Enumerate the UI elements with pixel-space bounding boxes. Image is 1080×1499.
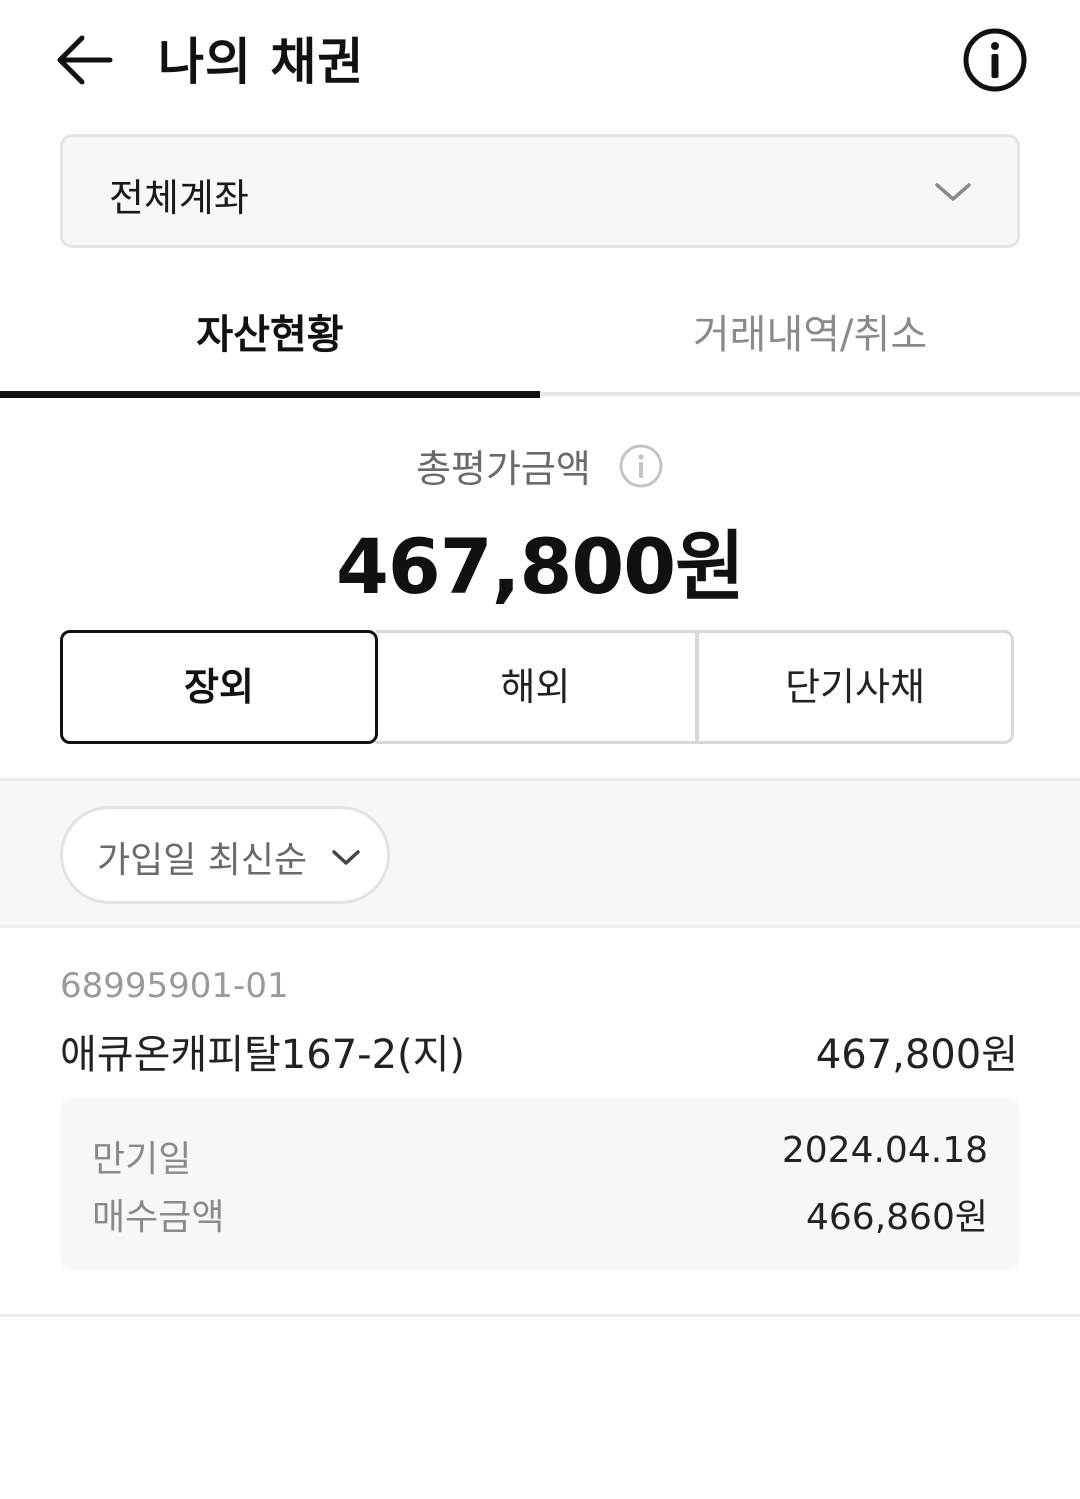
segment-short-term-bonds[interactable]: 단기사채 (696, 630, 1014, 744)
sort-label: 가입일 최신순 (97, 840, 308, 881)
purchase-amount-label: 매수금액 (92, 1197, 225, 1238)
maturity-value: 2024.04.18 (781, 1130, 988, 1171)
chevron-down-icon (935, 183, 971, 201)
list-item[interactable]: 68995901-01 애큐온캐피탈167-2(지) 467,800원 만기일 … (0, 928, 1080, 1318)
total-label-row: 총평가금액 (0, 438, 1080, 493)
chevron-down-icon (332, 850, 360, 865)
bond-name: 애큐온캐피탈167-2(지) (60, 1032, 466, 1078)
bond-detail-panel: 만기일 2024.04.18 매수금액 466,860원 (60, 1098, 1020, 1270)
bond-valuation: 467,800원 (815, 1032, 1018, 1078)
bond-account-code: 68995901-01 (60, 966, 289, 1006)
total-label: 총평가금액 (416, 447, 591, 491)
app-header: 나의 채권 (0, 0, 1080, 120)
detail-row-maturity: 만기일 2024.04.18 (92, 1130, 988, 1180)
account-select-value: 전체계좌 (109, 176, 249, 220)
bond-holdings-screen: 나의 채권 전체계좌 자산현황 거래내역/취소 총평가금액 467,800원 장… (0, 0, 1080, 1499)
tab-bar: 자산현황 거래내역/취소 (0, 290, 1080, 400)
tab-transactions[interactable]: 거래내역/취소 (540, 290, 1080, 396)
info-button[interactable] (962, 27, 1028, 93)
info-circle-icon[interactable] (618, 443, 664, 489)
purchase-amount-value: 466,860원 (806, 1197, 988, 1238)
total-amount: 467,800원 (335, 522, 745, 611)
tab-active-indicator (0, 391, 540, 398)
back-button[interactable] (50, 28, 120, 92)
info-circle-icon (963, 28, 1027, 92)
list-divider (0, 1314, 1080, 1317)
sort-bar: 가입일 최신순 (0, 778, 1080, 928)
detail-row-purchase: 매수금액 466,860원 (92, 1188, 988, 1238)
page-title: 나의 채권 (158, 33, 365, 91)
segment-otc[interactable]: 장외 (60, 630, 378, 744)
maturity-label: 만기일 (92, 1139, 192, 1180)
account-select[interactable]: 전체계좌 (60, 134, 1020, 248)
tab-asset-status[interactable]: 자산현황 (0, 290, 540, 396)
sort-dropdown-button[interactable]: 가입일 최신순 (60, 806, 390, 904)
market-segment-control: 장외 해외 단기사채 (60, 630, 1014, 744)
arrow-left-icon (57, 35, 113, 85)
segment-overseas[interactable]: 해외 (376, 630, 698, 744)
